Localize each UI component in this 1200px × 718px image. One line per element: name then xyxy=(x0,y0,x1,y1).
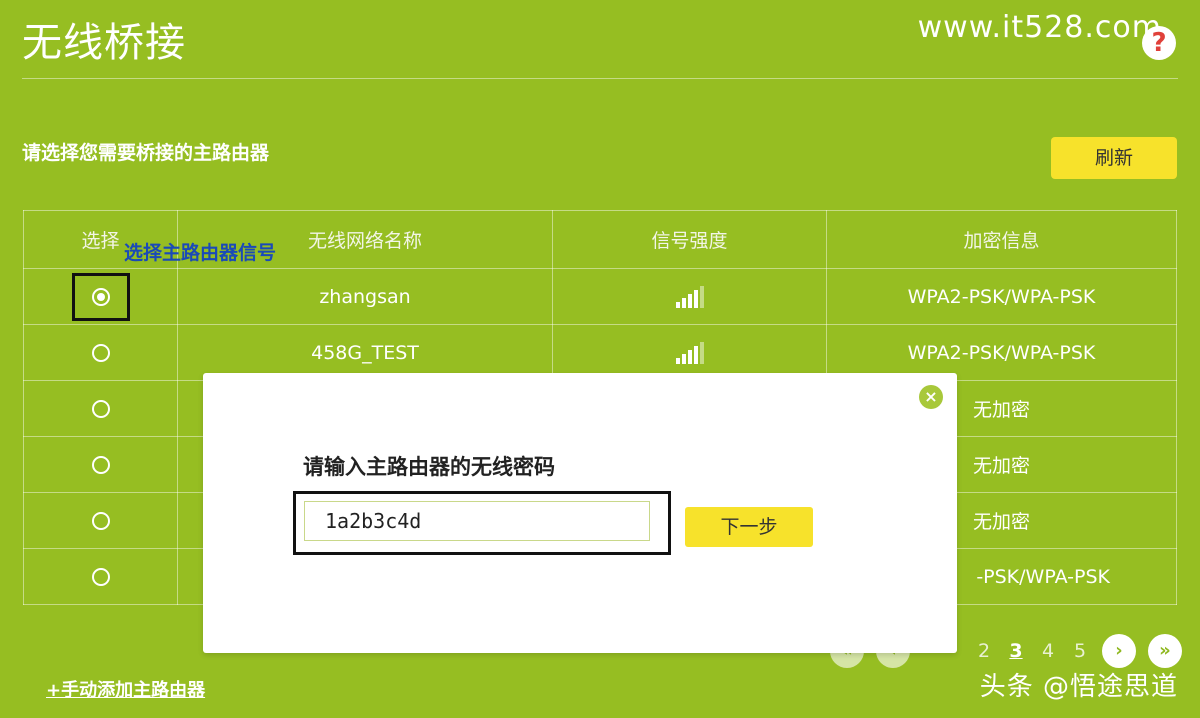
row-radio[interactable] xyxy=(91,512,110,530)
refresh-button[interactable]: 刷新 xyxy=(1051,137,1177,179)
next-page-icon[interactable]: › xyxy=(1102,634,1136,668)
site-watermark: www.it528.com xyxy=(917,10,1162,45)
signal-strength-icon xyxy=(675,285,704,308)
password-label: 请输入主路由器的无线密码 xyxy=(303,455,555,479)
help-icon[interactable]: ? xyxy=(1142,26,1176,60)
row-radio[interactable] xyxy=(91,288,110,306)
password-input[interactable]: 1a2b3c4d xyxy=(304,501,650,541)
row-radio[interactable] xyxy=(91,568,110,586)
page-number-current[interactable]: 3 xyxy=(1006,640,1026,662)
author-watermark: 头条 @悟途思道 xyxy=(979,672,1178,702)
ssid-cell: zhangsan xyxy=(177,268,553,325)
page-number[interactable]: 2 xyxy=(974,640,994,662)
select-cell xyxy=(23,548,178,605)
section-label: 请选择您需要桥接的主路由器 xyxy=(22,142,270,164)
password-dialog: × 请输入主路由器的无线密码 1a2b3c4d 下一步 xyxy=(203,373,957,653)
password-highlight-box: 1a2b3c4d xyxy=(293,491,671,555)
add-router-link[interactable]: +手动添加主路由器 xyxy=(46,676,205,702)
column-header-encryption: 加密信息 xyxy=(826,210,1177,269)
column-header-signal: 信号强度 xyxy=(552,210,827,269)
signal-cell xyxy=(552,268,827,325)
row-radio[interactable] xyxy=(91,344,110,362)
select-cell xyxy=(23,436,178,493)
select-cell xyxy=(23,492,178,549)
page-title: 无线桥接 xyxy=(22,20,186,66)
page-number[interactable]: 4 xyxy=(1038,640,1058,662)
page-number[interactable]: 5 xyxy=(1070,640,1090,662)
last-page-icon[interactable]: » xyxy=(1148,634,1182,668)
select-cell xyxy=(23,380,178,437)
select-cell xyxy=(23,268,178,325)
signal-strength-icon xyxy=(675,341,704,364)
selection-highlight-box xyxy=(71,272,130,321)
annotation-select-router: 选择主路由器信号 xyxy=(124,242,277,264)
row-radio[interactable] xyxy=(91,400,110,418)
select-cell xyxy=(23,324,178,381)
encryption-cell: WPA2-PSK/WPA-PSK xyxy=(826,268,1177,325)
row-radio[interactable] xyxy=(91,456,110,474)
title-divider xyxy=(22,78,1178,79)
close-icon[interactable]: × xyxy=(919,385,943,409)
next-step-button[interactable]: 下一步 xyxy=(685,507,813,547)
table-row[interactable]: zhangsan WPA2-PSK/WPA-PSK xyxy=(23,268,1177,325)
